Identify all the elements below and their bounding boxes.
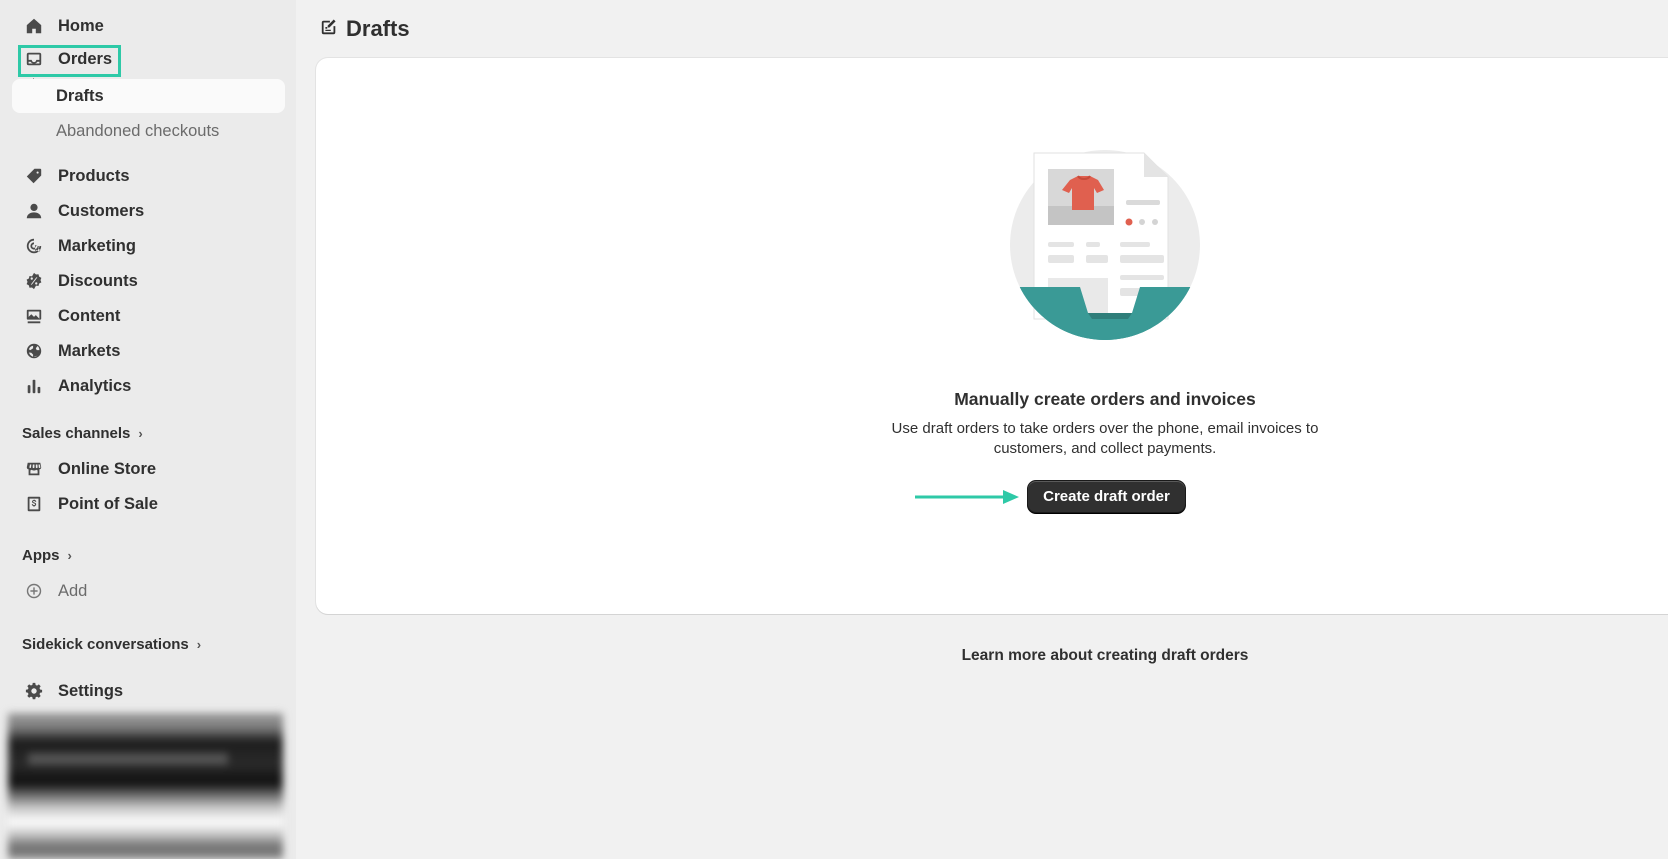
sidebar-item-markets[interactable]: Markets xyxy=(12,334,285,368)
sidebar-item-online-store[interactable]: Online Store xyxy=(12,452,285,486)
sidebar-item-label: Drafts xyxy=(56,86,104,105)
sidebar-item-customers[interactable]: Customers xyxy=(12,194,285,228)
page-header: Drafts xyxy=(320,14,410,44)
create-draft-order-button[interactable]: Create draft order xyxy=(1027,480,1186,513)
sidebar-item-point-of-sale[interactable]: Point of Sale xyxy=(12,487,285,521)
section-label: Sidekick conversations xyxy=(22,635,189,653)
draft-order-illustration xyxy=(1010,150,1200,340)
empty-state-description: Use draft orders to take orders over the… xyxy=(891,420,1319,457)
arrow-pointer-icon xyxy=(915,490,1019,504)
sidebar-item-analytics[interactable]: Analytics xyxy=(12,369,285,403)
chevron-right-icon: › xyxy=(138,425,143,441)
pos-icon xyxy=(24,494,44,514)
sidebar-item-home[interactable]: Home xyxy=(12,9,285,43)
person-icon xyxy=(24,201,44,221)
chevron-right-icon: › xyxy=(196,636,202,652)
sidebar-item-label: Discounts xyxy=(58,271,138,290)
sidebar-item-label: Customers xyxy=(58,201,145,220)
store-icon xyxy=(24,459,44,479)
sales-channels-heading[interactable]: Sales channels › xyxy=(22,422,143,444)
sidebar-item-settings[interactable]: Settings xyxy=(12,674,285,708)
sidebar-item-products[interactable]: Products xyxy=(12,159,285,193)
plus-circle-icon xyxy=(24,581,44,601)
sidebar-item-label: Products xyxy=(58,166,130,185)
bar-chart-icon xyxy=(24,376,44,396)
sidebar-item-discounts[interactable]: Discounts xyxy=(12,264,285,298)
sidebar-item-label: Online Store xyxy=(58,459,157,478)
content-icon xyxy=(24,306,44,326)
sidebar-item-abandoned-checkouts[interactable]: Abandoned checkouts xyxy=(12,114,285,148)
tag-icon xyxy=(24,166,44,186)
inbox-icon xyxy=(24,49,44,69)
sidebar-item-label: Markets xyxy=(58,341,121,360)
sidebar-item-label: Marketing xyxy=(58,236,136,255)
sidebar-item-label: Point of Sale xyxy=(58,494,158,513)
sidebar-item-marketing[interactable]: Marketing xyxy=(12,229,285,263)
empty-state-card xyxy=(316,58,1668,614)
sidebar-item-label: Content xyxy=(58,306,121,325)
sidebar-item-content[interactable]: Content xyxy=(12,299,285,333)
sidebar-item-label: Settings xyxy=(58,681,124,700)
globe-icon xyxy=(24,341,44,361)
learn-more-link[interactable]: Learn more about creating draft orders xyxy=(700,647,1510,665)
sidebar-item-label: Add xyxy=(58,581,88,600)
gear-icon xyxy=(24,681,44,701)
chevron-right-icon: › xyxy=(67,547,72,563)
blurred-promo-card xyxy=(8,713,283,859)
apps-heading[interactable]: Apps › xyxy=(22,544,72,566)
sidebar-item-label: Orders xyxy=(58,49,113,68)
section-label: Sales channels xyxy=(22,424,131,442)
discount-icon xyxy=(24,271,44,291)
home-icon xyxy=(24,16,44,36)
draft-edit-icon xyxy=(320,18,338,41)
sidebar-item-drafts[interactable]: Drafts xyxy=(12,79,285,113)
sidebar-item-label: Analytics xyxy=(58,376,132,395)
sidebar-item-add-app[interactable]: Add xyxy=(12,574,285,608)
target-icon xyxy=(24,236,44,256)
empty-state-heading: Manually create orders and invoices xyxy=(954,389,1256,409)
sidebar-item-label: Abandoned checkouts xyxy=(56,121,220,140)
sidebar-item-orders[interactable]: Orders xyxy=(12,42,285,76)
sidebar: Home Orders Drafts Abandoned checkouts P… xyxy=(0,0,296,859)
page-title: Drafts xyxy=(346,16,410,41)
sidebar-item-label: Home xyxy=(58,16,104,35)
sidekick-conversations-heading[interactable]: Sidekick conversations › xyxy=(22,633,201,655)
section-label: Apps xyxy=(22,546,60,564)
